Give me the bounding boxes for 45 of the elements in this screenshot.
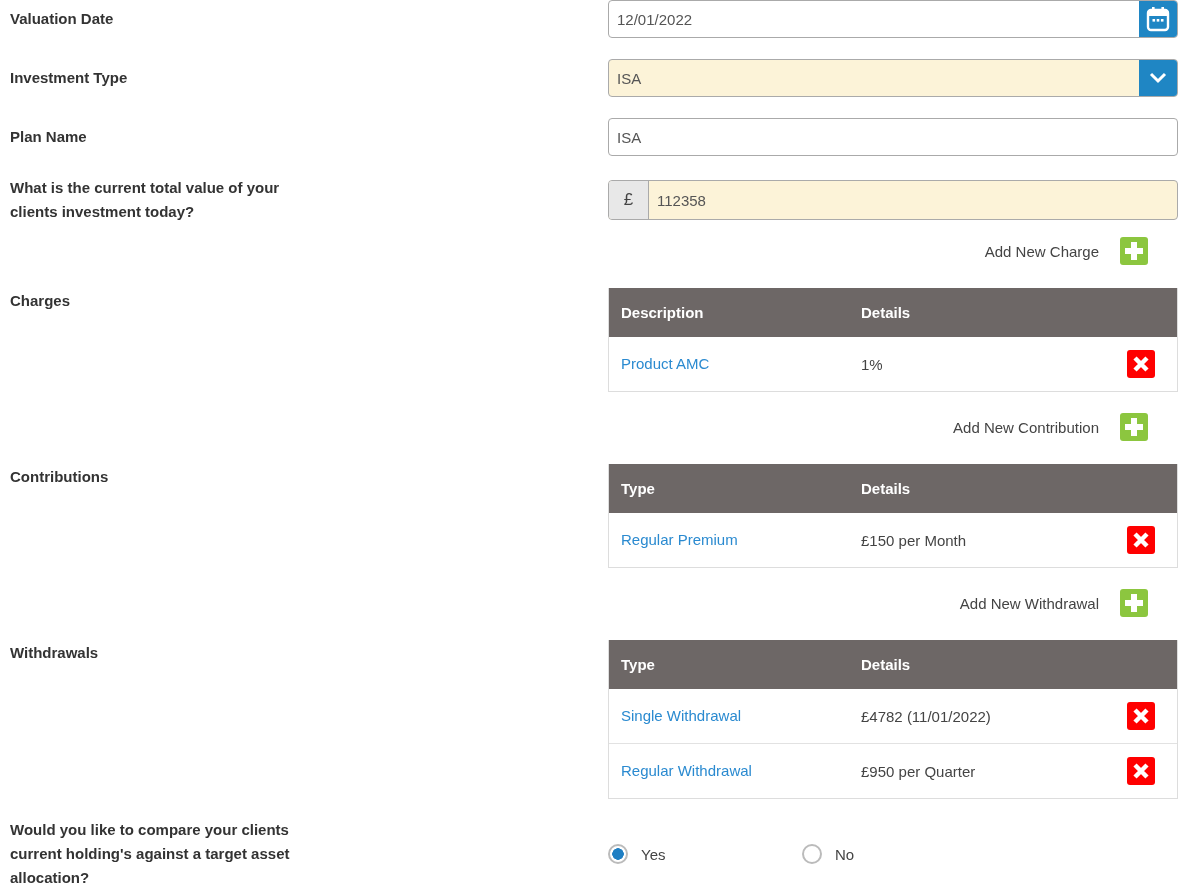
column-header: Details — [861, 656, 912, 673]
field-label: Plan Name — [10, 127, 88, 147]
radio-button[interactable] — [802, 844, 822, 864]
section-label: Charges — [10, 291, 72, 311]
column-header: Description — [620, 304, 705, 321]
calendar-button[interactable] — [1139, 1, 1177, 37]
date-field[interactable]: 12/01/2022 — [608, 0, 1178, 38]
dropdown-button[interactable] — [1139, 60, 1177, 96]
section-label: Contributions — [10, 467, 110, 487]
item-link[interactable]: Single Withdrawal — [621, 707, 742, 724]
column-header: Details — [861, 480, 912, 497]
delete-button[interactable] — [1127, 526, 1155, 554]
add-button[interactable] — [1120, 237, 1148, 265]
table-cell-text: £950 per Quarter — [861, 762, 977, 780]
item-link[interactable]: Product AMC — [621, 355, 710, 372]
table-cell-text: 1% — [861, 355, 884, 373]
amount-field[interactable]: £ 112358 — [608, 180, 1178, 220]
column-header: Type — [620, 480, 656, 497]
column-header: Details — [861, 304, 912, 321]
field-label: What is the current total value of your clients investment today? — [10, 178, 281, 222]
item-link[interactable]: Regular Withdrawal — [621, 762, 752, 779]
add-label: Add New Contribution — [953, 418, 1099, 436]
column-header: Type — [620, 656, 656, 673]
radio-button[interactable] — [608, 844, 628, 864]
select-field[interactable]: ISA — [608, 59, 1178, 97]
delete-button[interactable] — [1127, 757, 1155, 785]
currency-prefix: £ — [609, 181, 649, 219]
delete-button[interactable] — [1127, 350, 1155, 378]
table-cell-text: £150 per Month — [861, 531, 968, 549]
question-label: Would you like to compare your clients current holding's against a target asset allocation? — [10, 820, 291, 888]
add-button[interactable] — [1120, 589, 1148, 617]
radio-option[interactable]: No — [802, 844, 996, 864]
table-cell-text: £4782 (11/01/2022) — [861, 707, 992, 725]
input-field[interactable]: ISA — [608, 118, 1178, 156]
field-label: Investment Type — [10, 68, 129, 88]
add-label: Add New Withdrawal — [959, 594, 1099, 612]
field-label: Valuation Date — [10, 9, 115, 29]
delete-button[interactable] — [1127, 702, 1155, 730]
add-label: Add New Charge — [984, 242, 1099, 260]
radio-option[interactable]: Yes — [608, 844, 802, 864]
calendar-icon — [1146, 6, 1170, 32]
add-button[interactable] — [1120, 413, 1148, 441]
section-label: Withdrawals — [10, 643, 100, 663]
item-link[interactable]: Regular Premium — [621, 531, 738, 548]
chevron-down-icon — [1149, 72, 1167, 84]
